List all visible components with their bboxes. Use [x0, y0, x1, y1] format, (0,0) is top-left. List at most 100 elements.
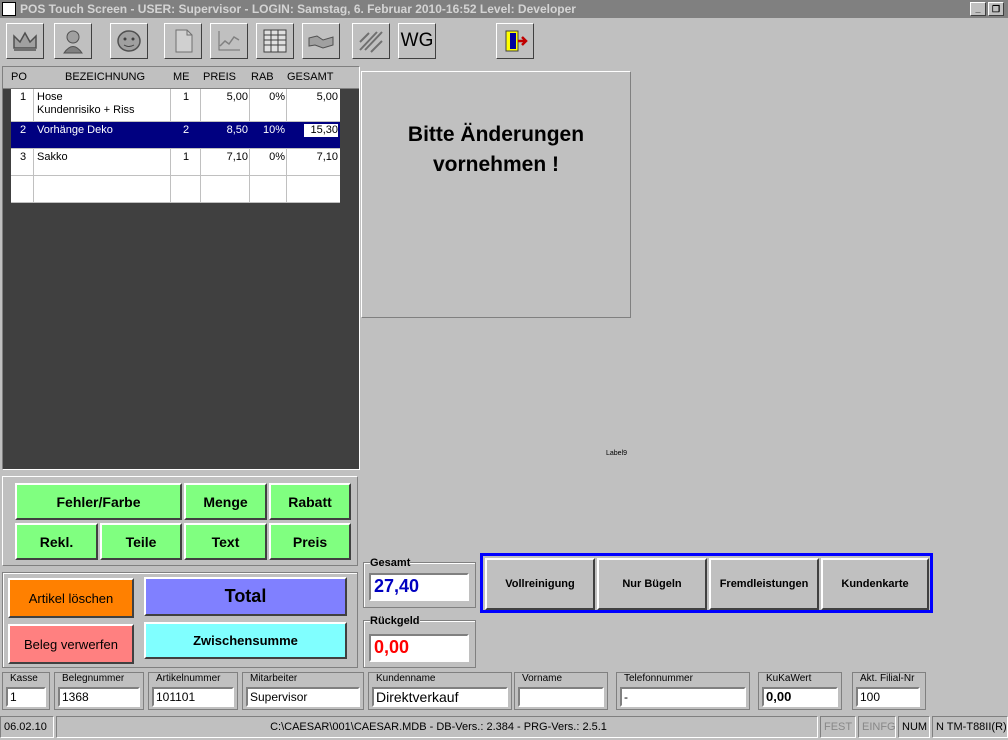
mitarbeiter-input[interactable]: Supervisor [246, 687, 360, 707]
cell-gesamt: 15,30 [304, 124, 338, 137]
menge-button[interactable]: Menge [184, 483, 267, 520]
wg-icon: WG [400, 30, 434, 51]
cell-gesamt: 5,00 [316, 91, 338, 103]
edit-button-group: Fehler/Farbe Menge Rabatt Rekl. Teile Te… [2, 476, 358, 566]
title-bar: POS Touch Screen - USER: Supervisor - LO… [0, 0, 1008, 18]
cell-gesamt: 7,10 [316, 151, 338, 163]
table-row-selected[interactable]: 2 Vorhänge Deko 2 8,50 10% 15,30 [11, 122, 340, 149]
teile-button[interactable]: Teile [100, 523, 182, 560]
table-row[interactable]: 3 Sakko 1 7,10 0% 7,10 [11, 149, 340, 176]
vorname-field: Vorname [514, 672, 608, 710]
toolbar-button-exit[interactable] [496, 23, 534, 59]
vorname-label: Vorname [521, 673, 564, 684]
status-path: C:\CAESAR\001\CAESAR.MDB - DB-Vers.: 2.3… [56, 716, 818, 738]
face-icon [117, 30, 141, 52]
cell-bezeichnung: Hose [37, 91, 63, 103]
crown-icon [13, 31, 37, 51]
belegnummer-field: Belegnummer 1368 [54, 672, 144, 710]
rabatt-button[interactable]: Rabatt [269, 483, 351, 520]
telefonnummer-label: Telefonnummer [623, 673, 694, 684]
text-button[interactable]: Text [184, 523, 267, 560]
status-bar: 06.02.10 C:\CAESAR\001\CAESAR.MDB - DB-V… [0, 714, 1008, 740]
rueckgeld-value: 0,00 [369, 634, 469, 662]
toolbar-button-handshake[interactable] [302, 23, 340, 59]
belegnummer-label: Belegnummer [61, 673, 126, 684]
toolbar-button-face[interactable] [110, 23, 148, 59]
artikel-loeschen-button[interactable]: Artikel löschen [8, 578, 134, 618]
message-line-2: vornehmen ! [432, 153, 560, 176]
artikelnummer-input[interactable]: 101101 [152, 687, 234, 707]
vorname-input[interactable] [518, 687, 604, 707]
vollreinigung-button[interactable]: Vollreinigung [485, 558, 595, 610]
cell-bezeichnung-note: Kundenrisiko + Riss [37, 104, 135, 116]
zwischensumme-button[interactable]: Zwischensumme [144, 622, 347, 659]
filial-label: Akt. Filial-Nr [859, 673, 916, 684]
kundenkarte-button[interactable]: Kundenkarte [821, 558, 929, 610]
person-icon [63, 30, 83, 54]
table-row[interactable]: 1 Hose Kundenrisiko + Riss 1 5,00 0% 5,0… [11, 89, 340, 122]
toolbar-button-document[interactable] [164, 23, 202, 59]
document-icon [175, 29, 193, 53]
status-date: 06.02.10 [0, 716, 54, 738]
table-row-empty[interactable] [11, 176, 340, 203]
toolbar-button-tools[interactable] [352, 23, 390, 59]
beleg-verwerfen-button[interactable]: Beleg verwerfen [8, 624, 134, 664]
cell-bezeichnung: Vorhänge Deko [37, 124, 113, 136]
toolbar: WG [0, 18, 1008, 64]
status-num: NUM [898, 716, 930, 738]
filial-input[interactable]: 100 [856, 687, 920, 707]
header-rab: RAB [251, 71, 274, 83]
nur-buegeln-button[interactable]: Nur Bügeln [597, 558, 707, 610]
fremdleistungen-button[interactable]: Fremdleistungen [709, 558, 819, 610]
rekl-button[interactable]: Rekl. [15, 523, 98, 560]
mitarbeiter-label: Mitarbeiter [249, 673, 299, 684]
cell-preis: 8,50 [226, 124, 248, 136]
message-line-1: Bitte Änderungen [407, 123, 585, 146]
fehler-farbe-button[interactable]: Fehler/Farbe [15, 483, 182, 520]
kasse-input[interactable]: 1 [6, 687, 46, 707]
header-me: ME [173, 71, 190, 83]
telefonnummer-input[interactable]: - [620, 687, 746, 707]
message-text: Bitte Änderungen vornehmen ! [362, 120, 630, 180]
message-panel: Bitte Änderungen vornehmen ! [361, 71, 631, 318]
cell-me: 1 [183, 151, 190, 163]
label9: Label9 [606, 450, 628, 457]
cell-preis: 5,00 [226, 91, 248, 103]
header-po: PO [11, 71, 27, 83]
rueckgeld-label: Rückgeld [370, 615, 420, 627]
service-button-group: Vollreinigung Nur Bügeln Fremdleistungen… [480, 553, 933, 613]
status-fest: FEST [820, 716, 856, 738]
toolbar-button-person[interactable] [54, 23, 92, 59]
grid-header: PO BEZEICHNUNG ME PREIS RAB GESAMT [3, 67, 359, 89]
toolbar-button-spreadsheet[interactable] [256, 23, 294, 59]
kundenname-label: Kundenname [375, 673, 437, 684]
status-einfg: EINFG [858, 716, 896, 738]
belegnummer-input[interactable]: 1368 [58, 687, 140, 707]
cell-rab: 0% [269, 151, 285, 163]
toolbar-button-wg[interactable]: WG [398, 23, 436, 59]
cell-me: 1 [183, 91, 190, 103]
cell-bezeichnung: Sakko [37, 151, 68, 163]
minimize-button[interactable]: _ [970, 2, 986, 16]
kundenname-field: Kundenname Direktverkauf [368, 672, 512, 710]
artikelnummer-label: Artikelnummer [155, 673, 222, 684]
kundenname-input[interactable]: Direktverkauf [372, 687, 508, 707]
gesamt-label: Gesamt [370, 557, 411, 569]
article-grid: PO BEZEICHNUNG ME PREIS RAB GESAMT 1 Hos… [2, 66, 360, 470]
cell-me: 2 [183, 124, 190, 136]
restore-button[interactable]: ❐ [988, 2, 1004, 16]
cell-po: 2 [20, 124, 27, 136]
kukawert-input[interactable]: 0,00 [762, 687, 838, 707]
cell-rab: 10% [262, 124, 285, 136]
app-icon [2, 2, 16, 16]
preis-button[interactable]: Preis [269, 523, 351, 560]
cell-po: 3 [20, 151, 27, 163]
grid-body: 1 Hose Kundenrisiko + Riss 1 5,00 0% 5,0… [11, 89, 340, 203]
total-button[interactable]: Total [144, 577, 347, 616]
toolbar-button-chart[interactable] [210, 23, 248, 59]
tools-icon [359, 31, 383, 53]
toolbar-button-crown[interactable] [6, 23, 44, 59]
exit-door-icon [505, 30, 528, 52]
header-bezeichnung: BEZEICHNUNG [65, 71, 146, 83]
chart-icon [218, 31, 240, 51]
